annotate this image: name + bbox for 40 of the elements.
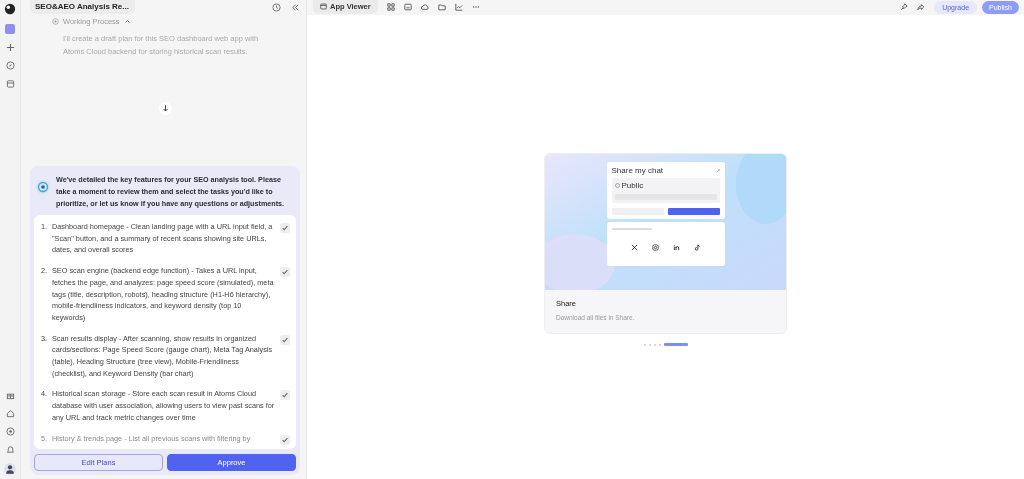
instagram-icon: [651, 244, 659, 251]
caret-icon: [123, 18, 131, 25]
expand-icon: [715, 168, 720, 173]
linkedin-icon: [672, 244, 680, 251]
gift-icon[interactable]: [5, 391, 15, 400]
logo-icon[interactable]: [4, 3, 16, 15]
compass-icon[interactable]: [5, 61, 15, 70]
chat-title[interactable]: SEO&AEO Analysis Re...: [30, 0, 135, 14]
pin-icon[interactable]: [900, 3, 909, 11]
task-checkbox[interactable]: [280, 434, 290, 445]
line-chart-icon[interactable]: [454, 3, 463, 11]
history-icon[interactable]: [272, 2, 281, 12]
assistant-avatar-icon: [36, 180, 50, 194]
window-icon[interactable]: [403, 3, 412, 11]
x-logo-icon: [630, 244, 638, 251]
task-checkbox[interactable]: [280, 223, 290, 233]
share-icon[interactable]: [917, 3, 926, 11]
home-icon[interactable]: [5, 409, 15, 418]
text-line: [611, 228, 652, 230]
dialog-title: Share my chat: [611, 166, 664, 175]
plus-icon[interactable]: [5, 43, 15, 52]
user-avatar-icon[interactable]: [4, 463, 16, 475]
process-icon: [52, 18, 59, 25]
tiktok-icon: [693, 244, 701, 251]
globe-icon: [614, 183, 620, 188]
folder-icon[interactable]: [437, 3, 446, 11]
grid-icon[interactable]: [386, 3, 395, 11]
box-icon[interactable]: [5, 79, 15, 88]
task-checkbox[interactable]: [280, 390, 290, 401]
copy-link-button-preview: [667, 208, 720, 215]
window-icon: [320, 3, 327, 10]
scroll-down-icon[interactable]: [158, 102, 172, 115]
target-icon[interactable]: [5, 427, 15, 436]
cloud-icon[interactable]: [420, 3, 429, 11]
collapse-icon[interactable]: [291, 2, 300, 12]
task-checkbox[interactable]: [280, 267, 290, 278]
task-checkbox[interactable]: [280, 334, 290, 345]
more-icon[interactable]: [471, 3, 480, 11]
bell-icon[interactable]: [5, 445, 15, 454]
visibility-label: Public: [621, 181, 644, 190]
